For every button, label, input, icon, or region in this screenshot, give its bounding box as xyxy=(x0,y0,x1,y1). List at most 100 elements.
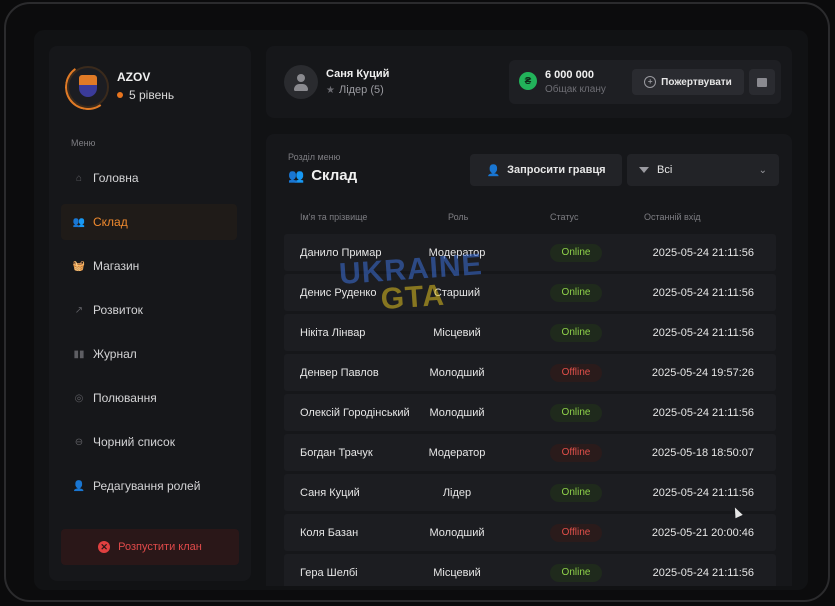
sidebar: AZOV 5 рівень Меню ⌂ Головна 👥 Склад 🧺 Магази… xyxy=(49,46,251,581)
status-badge: Online xyxy=(550,563,602,582)
page-title: 👥 Склад xyxy=(288,167,357,184)
user-name: Саня Куций xyxy=(326,68,390,80)
table-row[interactable]: Коля Базан Молодший Offline 2025-05-21 20:0… xyxy=(284,514,776,551)
status-badge: Online xyxy=(550,483,602,502)
member-name: Денис Руденко xyxy=(300,286,377,299)
treasury-box: ₴ 6 000 000 Общак клану + Пожертвувати xyxy=(509,60,781,104)
header-last-login[interactable]: Останній вхід xyxy=(644,212,701,222)
sidebar-item-5[interactable]: ◎ Полювання xyxy=(61,380,237,416)
clan-level-label: 5 рівень xyxy=(129,88,175,102)
filter-value: Всі xyxy=(657,164,673,176)
status-filter-select[interactable]: Всі ⌄ xyxy=(627,154,779,186)
close-circle-icon: ✕ xyxy=(98,541,111,553)
status-badge: Online xyxy=(550,403,602,422)
filter-icon xyxy=(639,167,649,173)
sidebar-item-label: Журнал xyxy=(93,347,137,361)
treasury-label: Общак клану xyxy=(545,84,606,95)
member-last-login: 2025-05-24 21:11:56 xyxy=(652,566,754,579)
menu-caption: Меню xyxy=(71,138,96,148)
status-badge: Online xyxy=(550,323,602,342)
sidebar-nav: ⌂ Головна 👥 Склад 🧺 Магазин ↗ Розвиток ▮▮ Журнал ◎… xyxy=(61,160,237,512)
target-icon: ◎ xyxy=(74,392,84,404)
member-last-login: 2025-05-24 21:11:56 xyxy=(652,406,754,419)
member-name: Данило Примар xyxy=(300,246,382,259)
donate-button[interactable]: + Пожертвувати xyxy=(632,69,744,95)
status-badge: Offline xyxy=(550,443,602,462)
sidebar-item-1[interactable]: 👥 Склад xyxy=(61,204,237,240)
treasury-amount: 6 000 000 xyxy=(545,69,594,81)
user-role: ★ Лідер (5) xyxy=(326,84,384,96)
sidebar-item-label: Головна xyxy=(93,171,139,185)
table-row[interactable]: Богдан Трачук Модератор Offline 2025-05-18 … xyxy=(284,434,776,471)
section-caption: Розділ меню xyxy=(288,152,341,162)
member-role: Молодший xyxy=(429,366,485,379)
member-last-login: 2025-05-24 21:11:56 xyxy=(652,286,754,299)
avatar xyxy=(284,65,318,99)
sidebar-item-label: Магазин xyxy=(93,259,140,273)
invite-player-button[interactable]: 👤 Запросити гравця xyxy=(470,154,622,186)
sidebar-item-6[interactable]: ⊖ Чорний список xyxy=(61,424,237,460)
home-icon: ⌂ xyxy=(75,172,83,184)
member-last-login: 2025-05-24 19:57:26 xyxy=(651,366,754,379)
user-role-label: Лідер (5) xyxy=(338,84,384,96)
disband-clan-button[interactable]: ✕ Розпустити клан xyxy=(61,529,239,565)
star-icon: ★ xyxy=(326,84,335,96)
member-last-login: 2025-05-18 18:50:07 xyxy=(651,446,754,459)
member-role: Модератор xyxy=(428,246,486,259)
plus-circle-icon: + xyxy=(644,76,657,88)
chevron-down-icon: ⌄ xyxy=(758,164,767,176)
status-badge: Online xyxy=(550,243,602,262)
box-icon xyxy=(757,77,767,87)
status-badge: Offline xyxy=(550,523,602,542)
member-last-login: 2025-05-21 20:00:46 xyxy=(651,526,754,539)
page-title-label: Склад xyxy=(311,167,358,184)
invite-label: Запросити гравця xyxy=(507,164,606,176)
member-role: Модератор xyxy=(428,446,486,459)
member-name: Саня Куций xyxy=(300,486,360,499)
header-role[interactable]: Роль xyxy=(448,212,468,222)
table-row[interactable]: Данило Примар Модератор Online 2025-05-24 2… xyxy=(284,234,776,271)
table-row[interactable]: Саня Куций Лідер Online 2025-05-24 21:11:56 xyxy=(284,474,776,511)
tablet-frame: AZOV 5 рівень Меню ⌂ Головна 👥 Склад 🧺 Магази… xyxy=(4,2,830,602)
user-edit-icon: 👤 xyxy=(72,480,86,492)
sidebar-item-label: Склад xyxy=(93,215,128,229)
header-name[interactable]: Ім'я та прізвище xyxy=(300,212,367,222)
member-name: Денвер Павлов xyxy=(300,366,379,379)
people-icon: 👥 xyxy=(288,167,305,183)
disband-label: Розпустити клан xyxy=(118,541,202,553)
member-name: Богдан Трачук xyxy=(300,446,373,459)
treasury-history-button[interactable] xyxy=(749,69,775,95)
roster-panel: Розділ меню 👥 Склад 👤 Запросити гравця В… xyxy=(266,134,792,586)
header-status[interactable]: Статус xyxy=(550,212,578,222)
sidebar-item-4[interactable]: ▮▮ Журнал xyxy=(61,336,237,372)
block-icon: ⊖ xyxy=(74,436,84,448)
member-last-login: 2025-05-24 21:11:56 xyxy=(652,486,754,499)
member-role: Молодший xyxy=(429,526,485,539)
member-name: Гера Шелбі xyxy=(300,566,358,579)
table-row[interactable]: Олексій Городінський Молодший Online 2025-0… xyxy=(284,394,776,431)
sidebar-item-7[interactable]: 👤 Редагування ролей xyxy=(61,468,237,504)
table-row[interactable]: Денвер Павлов Молодший Offline 2025-05-24 1… xyxy=(284,354,776,391)
table-row[interactable]: Нікіта Лінвар Місцевий Online 2025-05-24 21… xyxy=(284,314,776,351)
sidebar-item-2[interactable]: 🧺 Магазин xyxy=(61,248,237,284)
top-bar: Саня Куций ★ Лідер (5) ₴ 6 000 000 Общак… xyxy=(266,46,792,118)
table-row[interactable]: Гера Шелбі Місцевий Online 2025-05-24 21:11… xyxy=(284,554,776,586)
member-name: Олексій Городінський xyxy=(300,406,410,419)
screen: AZOV 5 рівень Меню ⌂ Головна 👥 Склад 🧺 Магази… xyxy=(34,30,808,590)
members-table: Данило Примар Модератор Online 2025-05-24 2… xyxy=(284,234,776,586)
table-row[interactable]: Денис Руденко Старший Online 2025-05-24 21:… xyxy=(284,274,776,311)
book-icon: ▮▮ xyxy=(73,348,85,360)
table-header: Ім'я та прізвище Роль Статус Останній вх… xyxy=(266,212,792,226)
add-user-icon: 👤 xyxy=(486,164,501,177)
people-icon: 👥 xyxy=(72,216,86,228)
shield-icon xyxy=(79,75,97,97)
sidebar-item-0[interactable]: ⌂ Головна xyxy=(61,160,237,196)
clan-logo xyxy=(61,60,115,114)
chart-icon: ↗ xyxy=(74,304,84,316)
sidebar-item-3[interactable]: ↗ Розвиток xyxy=(61,292,237,328)
clan-level: 5 рівень xyxy=(117,88,174,102)
member-role: Старший xyxy=(433,286,481,299)
member-role: Молодший xyxy=(429,406,485,419)
sidebar-item-label: Полювання xyxy=(93,391,157,405)
sidebar-item-label: Розвиток xyxy=(93,303,143,317)
